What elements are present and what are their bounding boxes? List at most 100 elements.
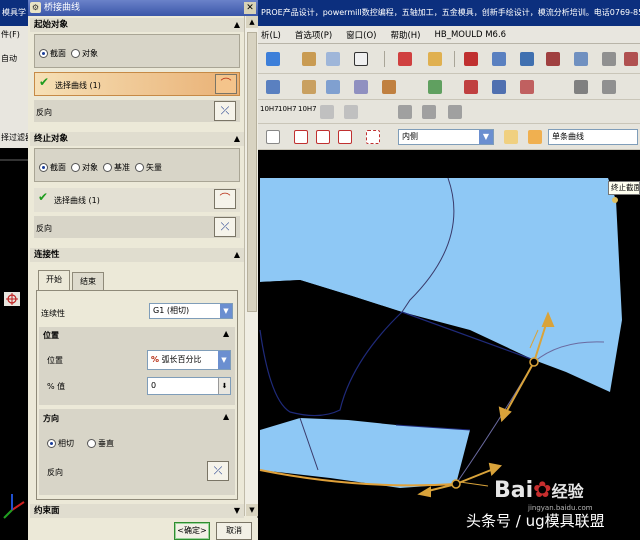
select-body-icon[interactable] — [528, 130, 542, 144]
start-select-curve-label: 选择曲线 (1) — [55, 81, 101, 90]
reverse-direction-icon[interactable]: ⤫ — [214, 101, 236, 121]
sew-icon[interactable] — [428, 80, 442, 94]
more-icon[interactable] — [624, 52, 638, 66]
center-snap-icon[interactable] — [294, 130, 308, 144]
edit-icon[interactable] — [464, 80, 478, 94]
curve-select-icon[interactable]: ⌒ — [215, 74, 237, 94]
measure-icon[interactable] — [574, 80, 588, 94]
rotate-icon[interactable] — [316, 130, 330, 144]
trim-icon[interactable] — [520, 52, 534, 66]
reverse-direction-icon[interactable]: ⤫ — [207, 461, 229, 481]
end-radio-datum[interactable] — [103, 163, 112, 172]
menu-analysis[interactable]: 析(L) — [261, 29, 281, 41]
menu-hb-mould[interactable]: HB_MOULD M6.6 — [435, 30, 507, 40]
ok-button[interactable]: <确定> — [174, 522, 210, 540]
toolbar-row-3: 10H7 10H7 10H7 — [258, 100, 640, 124]
menu-help[interactable]: 帮助(H) — [390, 29, 420, 41]
line-icon[interactable] — [464, 52, 478, 66]
hole-icon[interactable] — [320, 105, 334, 119]
hole-10h7-c[interactable]: 10H7 — [298, 105, 317, 113]
analyze-icon[interactable] — [492, 80, 506, 94]
curve-icon[interactable] — [428, 52, 442, 66]
surface-icon[interactable] — [266, 80, 280, 94]
offset-icon[interactable] — [574, 52, 588, 66]
start-select-curve-row[interactable]: ✔ 选择曲线 (1) ⌒ — [34, 72, 240, 96]
tab-start[interactable]: 开始 — [38, 270, 70, 290]
start-radio-object-label: 对象 — [82, 49, 98, 58]
close-icon[interactable]: ✕ — [244, 2, 256, 14]
end-radio-object[interactable] — [71, 163, 80, 172]
end-radio-section[interactable] — [39, 163, 48, 172]
hole-10h7-a[interactable]: 10H7 — [260, 105, 279, 113]
project-icon[interactable] — [602, 52, 616, 66]
menu-preferences[interactable]: 首选项(P) — [295, 29, 332, 41]
region-combo[interactable]: 内侧 ▼ — [398, 129, 494, 145]
section-continuity[interactable]: 连接性 ▲ — [30, 248, 244, 262]
arc-icon[interactable] — [492, 52, 506, 66]
curve-rule-combo[interactable]: 单条曲线 — [548, 129, 638, 145]
watermark-logo: Bai✿经验 — [494, 478, 584, 503]
cancel-button[interactable]: 取消 — [216, 522, 252, 540]
end-radio-datum-label: 基准 — [114, 163, 130, 172]
reverse-direction-icon[interactable]: ⤫ — [214, 217, 236, 237]
section-constraint-face[interactable]: 约束面 ▼ — [30, 504, 244, 518]
no-icon[interactable] — [398, 105, 412, 119]
dir-radio-tangent[interactable] — [47, 439, 56, 448]
section-start-object[interactable]: 起始对象 ▲ — [30, 18, 244, 32]
end-select-curve-row[interactable]: ✔ 选择曲线 (1) ⌒ — [34, 188, 240, 212]
position-dropdown[interactable]: % 弧长百分比 ▼ — [147, 350, 231, 370]
bolt-icon[interactable] — [448, 105, 462, 119]
scroll-thumb[interactable] — [247, 32, 257, 312]
hole-10h7-b[interactable]: 10H7 — [278, 105, 297, 113]
blend-icon[interactable] — [382, 80, 396, 94]
mirror-icon[interactable] — [338, 130, 352, 144]
extrude-icon[interactable] — [302, 52, 316, 66]
start-radio-section[interactable] — [39, 49, 48, 58]
percent-value-input[interactable]: 0 ⬇ — [147, 377, 231, 395]
curve-select-icon[interactable]: ⌒ — [214, 189, 236, 209]
end-radio-vector[interactable] — [135, 163, 144, 172]
rectangle-icon[interactable] — [354, 52, 368, 66]
end-type-panel: 截面 对象 基准 矢量 — [34, 148, 240, 182]
direction-reverse-label: 反向 — [47, 468, 63, 477]
check-icon: ✔ — [38, 190, 49, 204]
select-box-icon[interactable] — [366, 130, 380, 144]
sweep-icon[interactable] — [354, 80, 368, 94]
section-end-object[interactable]: 终止对象 ▲ — [30, 132, 244, 146]
bridge-icon[interactable] — [546, 52, 560, 66]
scroll-down-icon[interactable]: ▼ — [246, 504, 258, 516]
snap-icon[interactable] — [266, 130, 280, 144]
start-radio-object[interactable] — [71, 49, 80, 58]
point-icon[interactable] — [398, 52, 412, 66]
tap-icon[interactable] — [344, 105, 358, 119]
check-icon[interactable] — [520, 80, 534, 94]
left-toolbar-auto[interactable]: 自动 — [0, 44, 28, 74]
select-face-icon[interactable] — [504, 130, 518, 144]
through-curves-icon[interactable] — [302, 80, 316, 94]
window-title-banner: PROE产品设计，powermill数控编程，五轴加工，五金模具，创新手绘设计，… — [258, 0, 640, 26]
dialog-title: 桥接曲线 — [44, 3, 81, 13]
watermark-credit: 头条号 / ug模具联盟 — [466, 512, 605, 530]
end-reverse-label: 反向 — [36, 224, 52, 233]
scroll-up-icon[interactable]: ▲ — [246, 16, 258, 28]
start-radio-section-label: 截面 — [50, 49, 66, 58]
bridge-curve-dialog: ⚙ 桥接曲线 ✕ ▲ ▼ 起始对象 ▲ 截面 对象 ✔ 选择曲线 (1) ⌒ 反向… — [28, 0, 258, 540]
direction-group: 方向 ▲ 相切 垂直 反向 ⤫ — [39, 409, 235, 495]
slash-icon[interactable] — [422, 105, 436, 119]
menu-window[interactable]: 窗口(O) — [346, 29, 376, 41]
menu-file[interactable]: 件(F) — [0, 26, 28, 44]
end-radio-object-label: 对象 — [82, 163, 98, 172]
tab-end[interactable]: 结束 — [72, 272, 104, 290]
revolve-icon[interactable] — [326, 52, 340, 66]
continuity-dropdown[interactable]: G1 (相切) ▼ — [149, 303, 233, 319]
block-icon[interactable] — [266, 52, 280, 66]
collapse-icon[interactable]: ▲ — [223, 412, 229, 421]
gear-icon[interactable]: ⚙ — [30, 2, 41, 13]
dir-radio-tangent-label: 相切 — [58, 439, 74, 448]
info-icon[interactable] — [602, 80, 616, 94]
watermark-baidu: Bai — [494, 478, 534, 503]
mesh-icon[interactable] — [326, 80, 340, 94]
dialog-scrollbar[interactable]: ▲ ▼ — [244, 16, 258, 516]
collapse-icon[interactable]: ▲ — [223, 329, 229, 338]
dir-radio-normal[interactable] — [87, 439, 96, 448]
